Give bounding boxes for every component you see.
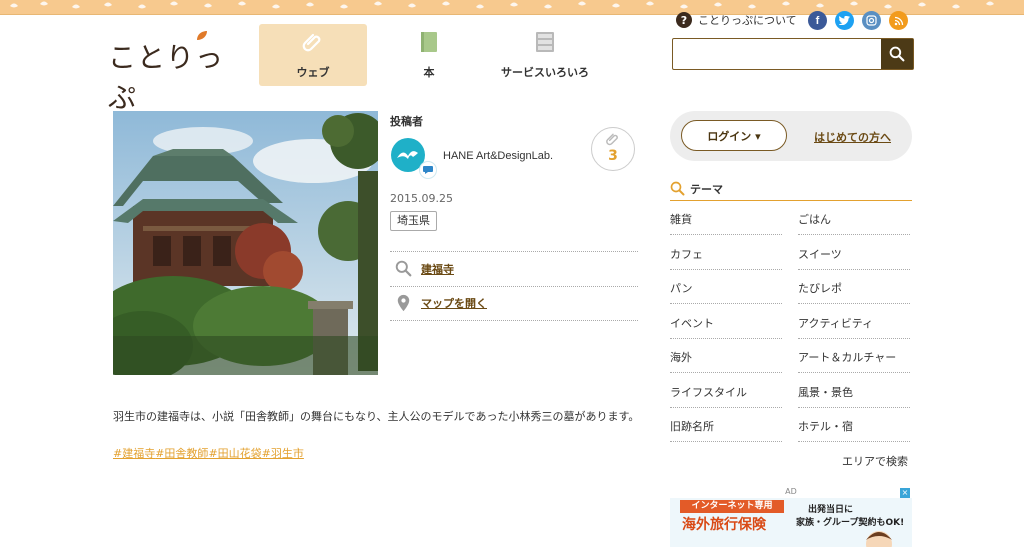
theme-item[interactable]: 雑貨 [670,201,782,235]
theme-item[interactable]: 海外 [670,339,782,373]
theme-heading: テーマ [670,179,912,201]
ad-line2: 海外旅行保険 [682,517,766,533]
clip-count-button[interactable]: 3 [591,127,635,171]
nav-book[interactable]: 本 [375,24,483,86]
nav-web[interactable]: ウェブ [259,24,367,86]
area-search-link[interactable]: エリアで検索 [842,453,908,469]
ad-body: インターネット専用 海外旅行保険 出発当日に 家族・グループ契約もOK! [670,498,912,547]
about-label: ことりっぷについて [698,14,797,27]
divider [390,251,638,252]
hashtag[interactable]: #田山花袋 [208,447,261,460]
paperclip-icon [302,33,321,52]
facebook-icon[interactable]: f [808,11,827,30]
spot-link[interactable]: 建福寺 [421,261,454,277]
search-icon [395,260,412,277]
theme-item[interactable]: 風景・景色 [798,374,910,408]
ad-label: AD [785,487,797,496]
theme-item[interactable]: ごはん [798,201,910,235]
nav-services-label: サービスいろいろ [501,66,589,79]
instagram-icon[interactable] [862,11,881,30]
theme-item[interactable]: ホテル・宿 [798,408,910,442]
hashtag[interactable]: #羽生市 [262,447,304,460]
cabinet-icon [536,32,554,52]
search-button[interactable] [881,39,913,69]
ad-right1: 出発当日に [808,505,854,515]
ad-character-icon [866,531,892,547]
question-icon: ? [676,12,692,28]
post-photo[interactable] [113,111,378,375]
map-pin-icon [397,294,410,312]
theme-item[interactable]: スイーツ [798,236,910,270]
poster-name[interactable]: HANE Art&DesignLab. [443,150,553,162]
book-icon [421,32,437,52]
theme-item[interactable]: カフェ [670,236,782,270]
theme-item[interactable]: たびレポ [798,270,910,304]
nav-services[interactable]: サービスいろいろ [485,24,605,86]
twitter-icon[interactable] [835,11,854,30]
nav-book-label: 本 [423,66,435,79]
theme-item[interactable]: アート＆カルチャー [798,339,910,373]
divider [390,286,638,287]
theme-item[interactable]: イベント [670,305,782,339]
spot-link-row: 建福寺 [395,260,454,277]
theme-item[interactable]: パン [670,270,782,304]
theme-item[interactable]: 旧跡名所 [670,408,782,442]
clip-count-value: 3 [608,148,618,164]
hashtag-list: #建福寺#田舎教師#田山花袋#羽生市 [113,445,304,461]
divider [390,320,638,321]
post-description: 羽生市の建福寺は、小説「田舎教師」の舞台にもなり、主人公のモデルであった小林秀三… [113,410,640,423]
rss-icon[interactable] [889,11,908,30]
paperclip-icon [606,133,618,146]
logo-text: ことりっぷ [108,41,225,114]
login-box: ログイン ▾ はじめての方へ [670,111,912,161]
ad-banner[interactable]: AD インターネット専用 海外旅行保険 出発当日に 家族・グループ契約もOK! … [670,487,912,547]
nav-web-label: ウェブ [296,66,330,79]
theme-heading-label: テーマ [690,183,723,196]
first-time-link[interactable]: はじめての方へ [814,129,891,145]
comment-badge-icon [419,161,437,179]
prefecture-tag[interactable]: 埼玉県 [390,211,437,231]
about-link[interactable]: ? ことりっぷについて [676,11,797,29]
site-logo[interactable]: ことりっぷ [108,30,228,114]
leaf-icon [197,31,207,40]
post-date: 2015.09.25 [390,192,453,205]
ad-close-icon[interactable]: × [900,488,910,498]
search-box [672,38,914,70]
search-icon [889,46,905,62]
hashtag[interactable]: #建福寺 [113,447,155,460]
search-input[interactable] [673,39,881,69]
login-button[interactable]: ログイン ▾ [681,120,787,151]
ad-line1: インターネット専用 [680,500,784,513]
map-link[interactable]: マップを開く [421,295,487,311]
map-link-row: マップを開く [395,294,487,312]
theme-item[interactable]: アクティビティ [798,305,910,339]
search-icon [670,181,685,196]
theme-item[interactable]: ライフスタイル [670,374,782,408]
hashtag[interactable]: #田舎教師 [155,447,208,460]
poster-heading: 投稿者 [390,115,423,128]
